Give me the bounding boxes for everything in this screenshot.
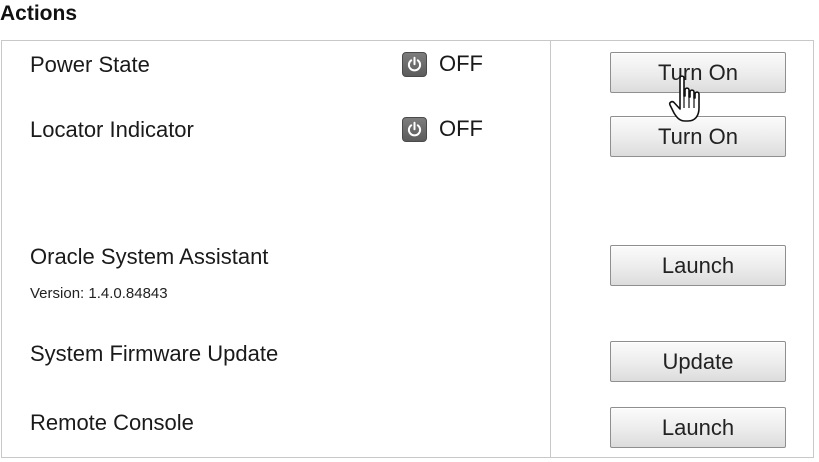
power-state-value: OFF (439, 51, 483, 76)
power-state-status: OFF (402, 51, 483, 77)
osa-launch-button[interactable]: Launch (610, 245, 786, 286)
power-icon (402, 116, 427, 142)
locator-indicator-value: OFF (439, 116, 483, 141)
power-state-label: Power State (30, 52, 150, 77)
section-title: Actions (0, 2, 78, 25)
locator-indicator-status: OFF (402, 116, 483, 142)
column-divider (550, 40, 551, 458)
remote-console-launch-button[interactable]: Launch (610, 407, 786, 448)
remote-console-label: Remote Console (30, 410, 194, 435)
version-label: Version: 1.4.0.84843 (30, 285, 168, 302)
power-turn-on-button[interactable]: Turn On (610, 52, 786, 93)
system-firmware-update-label: System Firmware Update (30, 341, 279, 366)
power-icon (402, 51, 427, 77)
oracle-system-assistant-label: Oracle System Assistant (30, 244, 269, 269)
locator-turn-on-button[interactable]: Turn On (610, 116, 786, 157)
locator-indicator-label: Locator Indicator (30, 117, 194, 142)
firmware-update-button[interactable]: Update (610, 341, 786, 382)
